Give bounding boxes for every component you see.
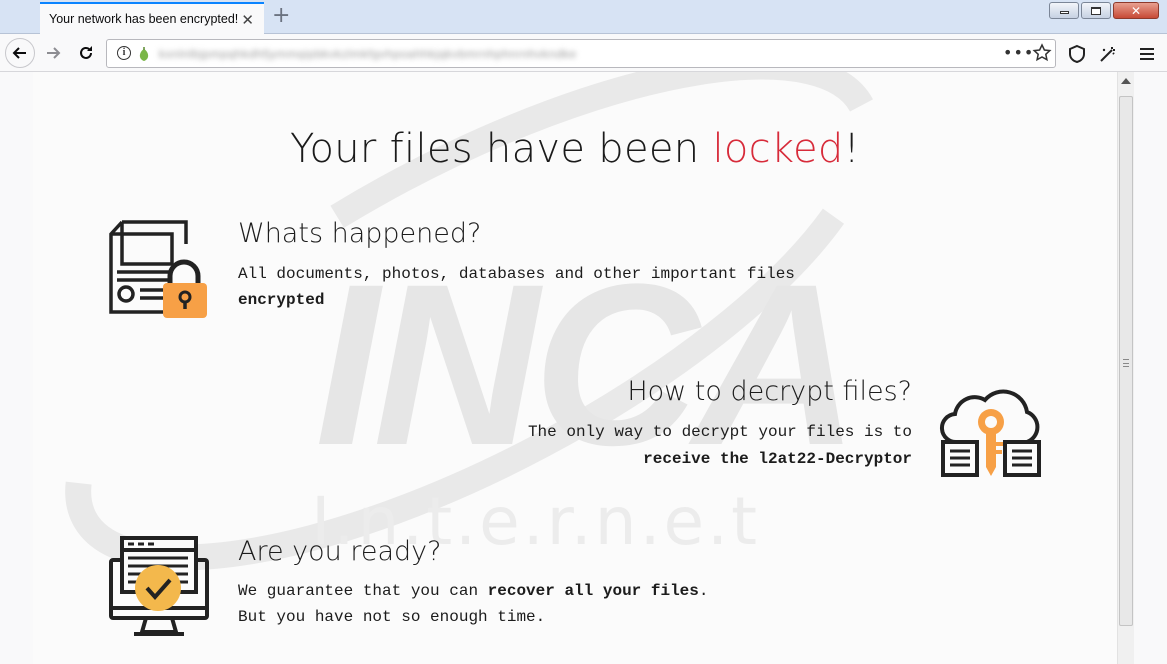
cloud-key-icon	[939, 389, 1041, 477]
section3-heading: Are you ready?	[238, 536, 442, 567]
close-tab-icon[interactable]: ✕	[241, 11, 254, 29]
back-arrow-icon	[12, 47, 26, 59]
close-window-button[interactable]: ✕	[1113, 2, 1159, 19]
vertical-scrollbar[interactable]	[1117, 72, 1134, 664]
shield-icon[interactable]	[1067, 44, 1087, 64]
tab-strip: Your network has been encrypted! ✕ + ✕	[0, 0, 1167, 34]
page-actions-icon[interactable]: •••	[1003, 43, 1034, 62]
navigation-bar: i kxnlnlbjpmpqhkdhfjymmqipbkvkzlmkfgvhpo…	[0, 34, 1167, 72]
section2-line2: receive the l2at22-Decryptor	[643, 450, 912, 468]
right-gutter	[1134, 72, 1167, 664]
maximize-button[interactable]	[1081, 2, 1111, 19]
reload-button[interactable]	[71, 38, 101, 68]
info-icon[interactable]: i	[117, 46, 131, 60]
document-lock-icon	[109, 220, 207, 318]
forward-button[interactable]	[38, 38, 68, 68]
back-button[interactable]	[5, 38, 35, 68]
section3-line2: But you have not so enough time.	[238, 608, 546, 626]
tab-active[interactable]: Your network has been encrypted! ✕	[40, 2, 264, 34]
minimize-button[interactable]	[1049, 2, 1079, 19]
new-tab-button[interactable]: +	[272, 3, 290, 28]
url-text: kxnlnlbjpmpqhkdhfjymmqipbkvkzlmkfgvhpoah…	[159, 47, 577, 60]
url-bar[interactable]: i kxnlnlbjpmpqhkdhfjymmqipbkvkzlmkfgvhpo…	[106, 39, 1056, 68]
onion-icon[interactable]	[137, 46, 151, 62]
section3-line1-bold: recover all your files	[487, 582, 699, 600]
star-icon[interactable]	[1032, 43, 1052, 63]
section2-heading: How to decrypt files?	[627, 376, 912, 407]
left-gutter	[0, 72, 33, 664]
noscript-icon[interactable]	[1098, 44, 1118, 64]
monitor-check-icon	[109, 536, 209, 636]
page-content: INCA I.n.t.e.r.n.e.t Your files have bee…	[33, 72, 1117, 664]
scrollbar-thumb[interactable]	[1119, 96, 1133, 626]
section2-line1: The only way to decrypt your files is to	[527, 423, 912, 441]
window-controls: ✕	[1049, 2, 1159, 19]
reload-icon	[80, 46, 92, 59]
section1-heading: Whats happened?	[238, 218, 482, 249]
section1-line2: encrypted	[238, 291, 325, 309]
hamburger-menu-icon[interactable]	[1138, 45, 1156, 63]
section1-line1: All documents, photos, databases and oth…	[238, 265, 795, 283]
forward-arrow-icon	[47, 47, 61, 59]
title-highlight: locked	[712, 126, 844, 172]
scroll-up-arrow-icon[interactable]	[1121, 78, 1131, 84]
tab-title: Your network has been encrypted!	[49, 12, 239, 26]
section3-line1: We guarantee that you can recover all yo…	[238, 582, 709, 600]
page-title: Your files have been locked!	[290, 126, 860, 172]
